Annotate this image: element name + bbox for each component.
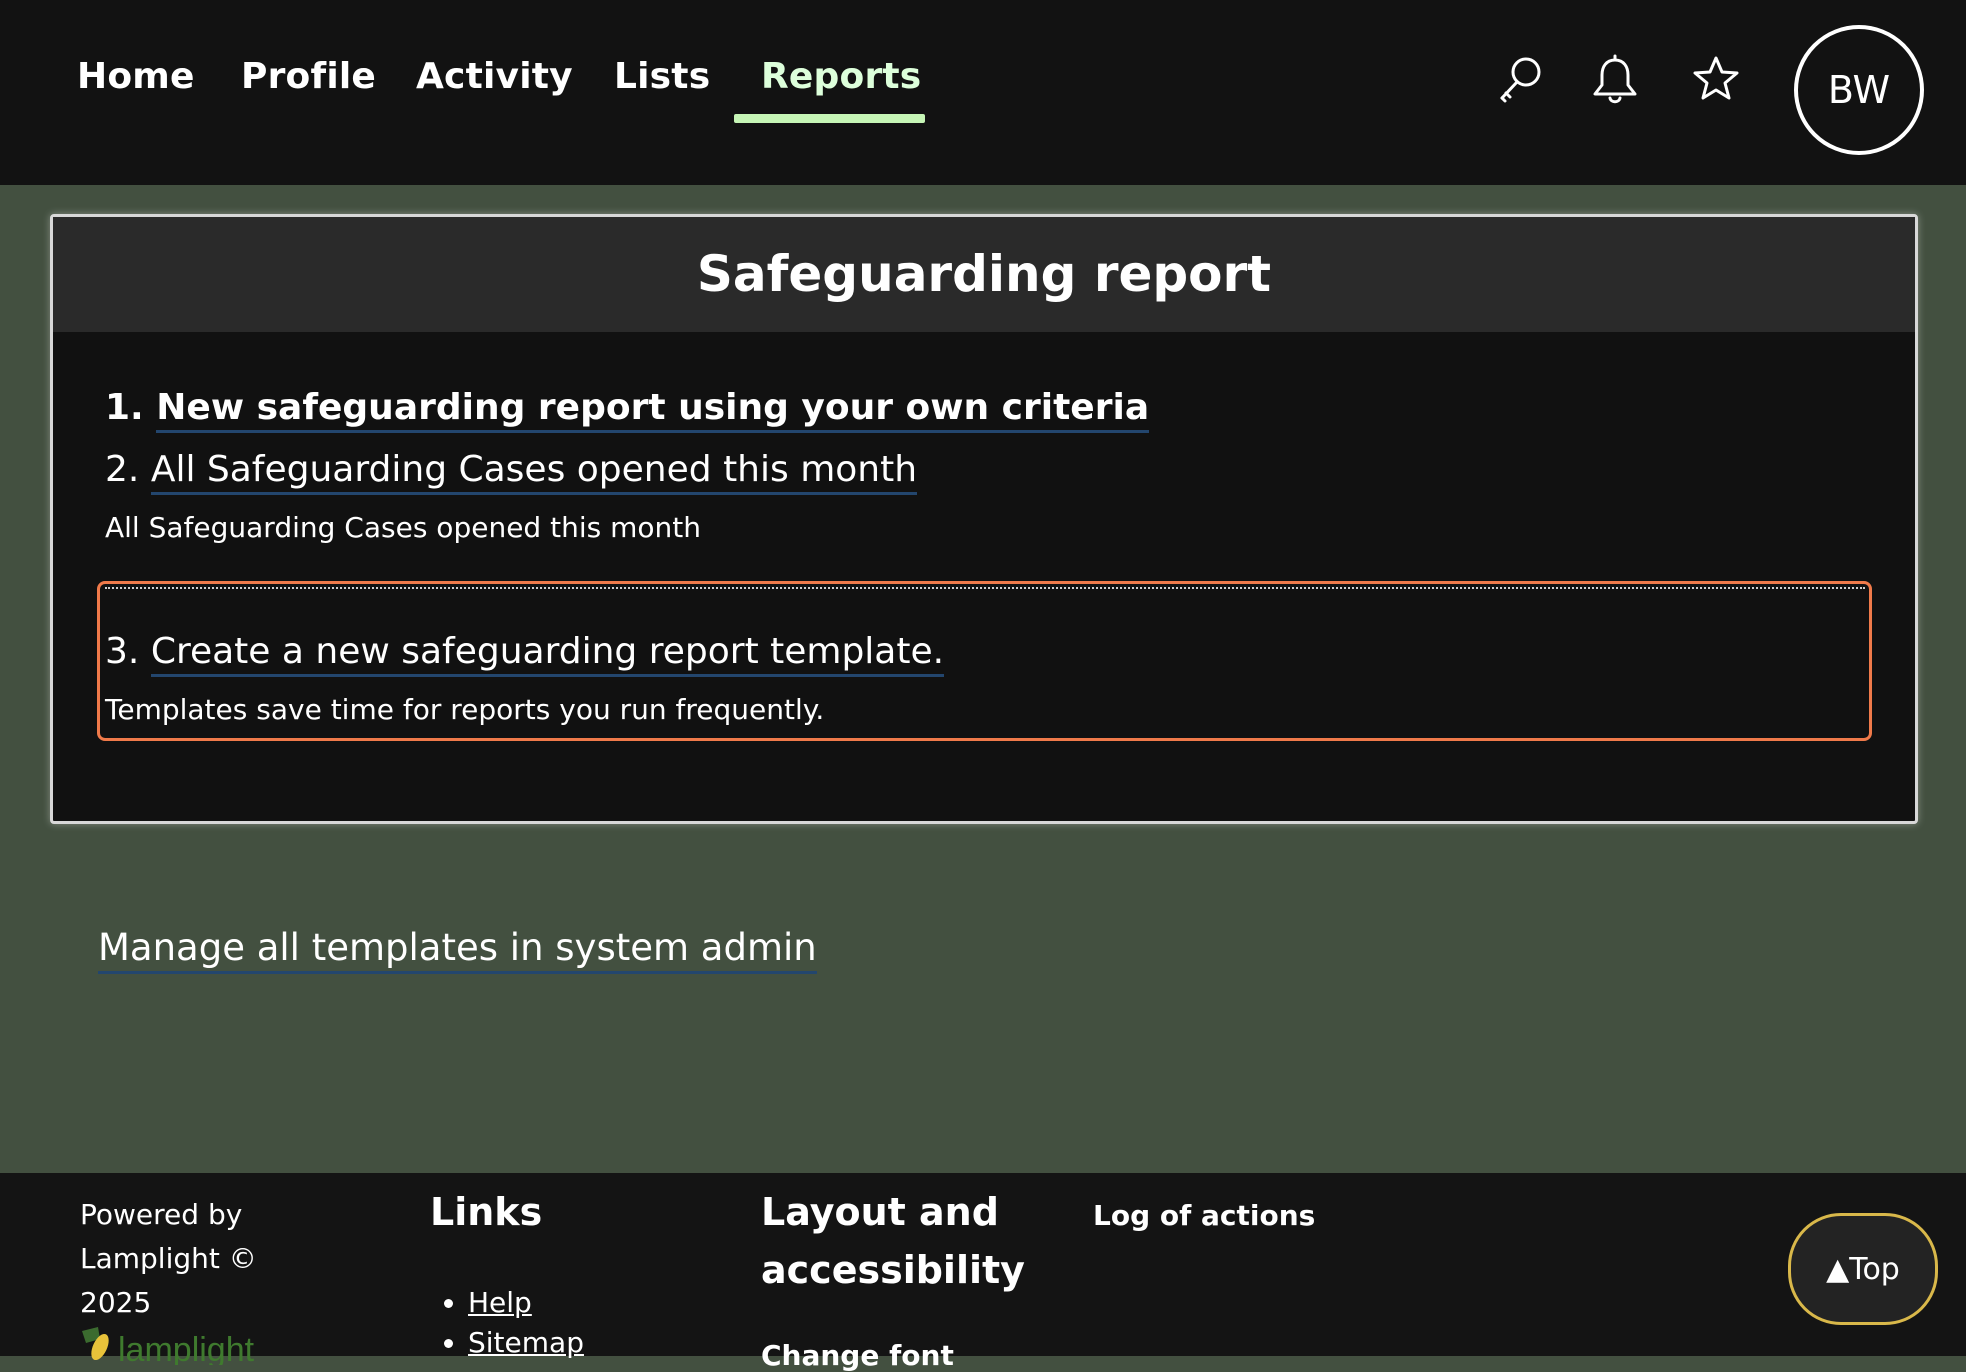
layout-accessibility-heading: Layout and accessibility bbox=[761, 1190, 1025, 1292]
new-report-own-criteria-link[interactable]: New safeguarding report using your own c… bbox=[156, 387, 1150, 433]
user-avatar[interactable]: BW bbox=[1794, 25, 1924, 155]
report-item-2: 2. All Safeguarding Cases opened this mo… bbox=[105, 449, 918, 495]
report-item-1: 1. New safeguarding report using your ow… bbox=[105, 387, 1150, 433]
report-number: 1. bbox=[105, 387, 144, 428]
nav-item-lists[interactable]: Lists bbox=[614, 56, 710, 97]
svg-text:lamplight: lamplight bbox=[118, 1331, 255, 1365]
sitemap-link[interactable]: Sitemap bbox=[468, 1326, 584, 1359]
divider bbox=[105, 587, 1865, 589]
back-to-top-button[interactable]: ▲Top bbox=[1788, 1213, 1938, 1325]
nav-item-profile[interactable]: Profile bbox=[241, 56, 376, 97]
list-item: Sitemap bbox=[468, 1323, 584, 1363]
top-navigation-bar: Home Profile Activity Lists Reports BW bbox=[0, 0, 1966, 185]
footer-links-list: Help Sitemap bbox=[430, 1283, 584, 1363]
create-report-template-link[interactable]: Create a new safeguarding report templat… bbox=[150, 631, 945, 677]
report-description: All Safeguarding Cases opened this month bbox=[105, 511, 701, 544]
lamplight-logo: lamplight bbox=[78, 1325, 298, 1369]
bell-icon[interactable] bbox=[1587, 52, 1643, 108]
list-item: Help bbox=[468, 1283, 584, 1323]
report-number: 3. bbox=[105, 631, 140, 672]
help-link[interactable]: Help bbox=[468, 1286, 532, 1319]
all-cases-this-month-link[interactable]: All Safeguarding Cases opened this month bbox=[150, 449, 918, 495]
search-icon[interactable] bbox=[1492, 52, 1548, 108]
report-description: Templates save time for reports you run … bbox=[105, 693, 825, 726]
page-title: Safeguarding report bbox=[696, 245, 1272, 303]
nav-item-reports[interactable]: Reports bbox=[761, 56, 921, 97]
report-item-3: 3. Create a new safeguarding report temp… bbox=[105, 631, 945, 677]
powered-by-text: Powered by Lamplight © 2025 bbox=[80, 1198, 257, 1319]
star-icon[interactable] bbox=[1688, 52, 1744, 108]
manage-templates: Manage all templates in system admin bbox=[98, 926, 817, 974]
safeguarding-report-card: Safeguarding report 1. New safeguarding … bbox=[50, 214, 1918, 824]
nav-item-activity[interactable]: Activity bbox=[416, 56, 573, 97]
report-number: 2. bbox=[105, 449, 140, 490]
log-of-actions-link[interactable]: Log of actions bbox=[1093, 1199, 1315, 1232]
nav-item-home[interactable]: Home bbox=[77, 56, 195, 97]
active-tab-indicator bbox=[734, 114, 925, 123]
manage-templates-link[interactable]: Manage all templates in system admin bbox=[98, 926, 817, 974]
card-header: Safeguarding report bbox=[53, 217, 1915, 332]
footer: Powered by Lamplight © 2025 lamplight Li… bbox=[0, 1173, 1966, 1372]
links-heading: Links bbox=[430, 1190, 543, 1234]
